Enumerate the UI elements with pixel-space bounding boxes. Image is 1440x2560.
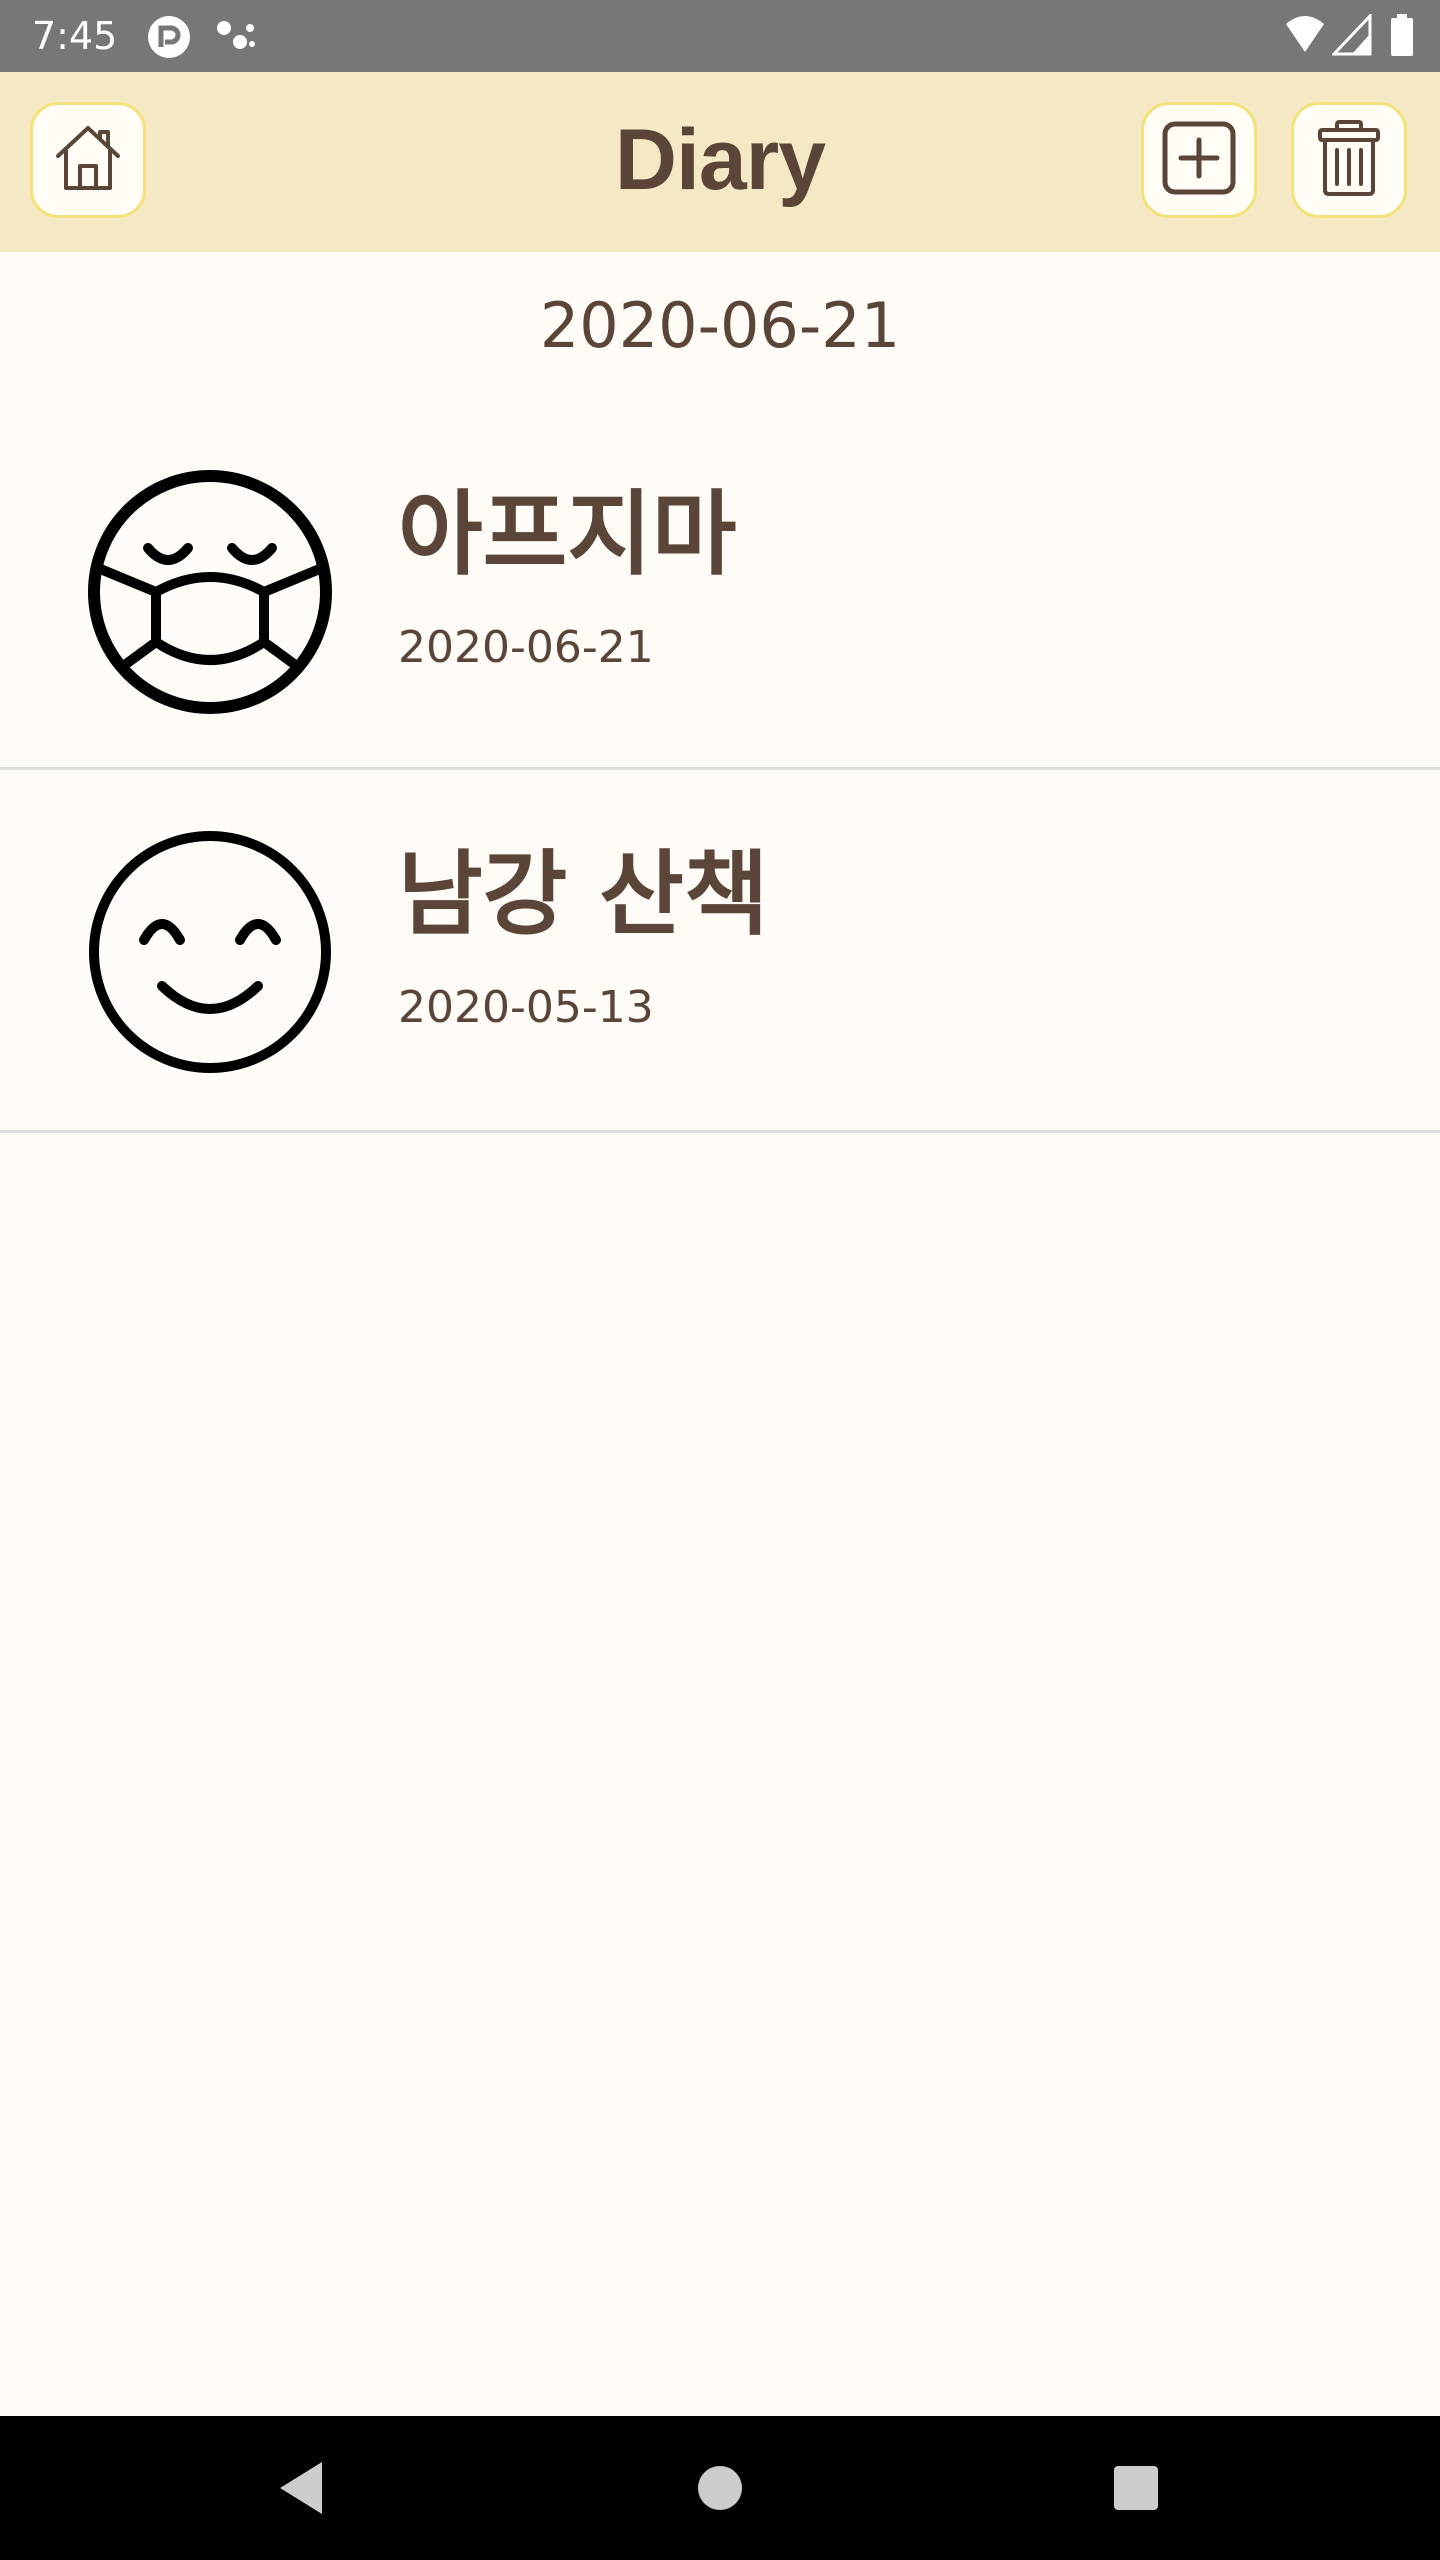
diary-entry-title: 아프지마 (398, 481, 737, 588)
recents-square-icon[interactable] (1112, 2458, 1160, 2522)
status-bar: 7:45 (0, 0, 1440, 72)
selected-date: 2020-06-21 (539, 289, 901, 362)
diary-entry-date: 2020-06-21 (398, 622, 654, 673)
back-triangle-icon[interactable] (276, 2458, 326, 2522)
delete-button[interactable] (1291, 102, 1407, 218)
app-notification-icon (146, 14, 192, 64)
diary-entry[interactable]: 남강 산책 2020-05-13 (0, 770, 1440, 1133)
battery-icon (1390, 14, 1414, 60)
sick-mask-face-icon (86, 468, 334, 716)
diary-entry[interactable]: 아프지마 2020-06-21 (0, 410, 1440, 770)
diary-entry-date: 2020-05-13 (398, 982, 654, 1033)
smiling-face-icon (86, 828, 334, 1076)
diary-entry-title: 남강 산책 (398, 841, 769, 948)
home-circle-icon[interactable] (696, 2458, 744, 2522)
app-bar: Diary (0, 72, 1440, 252)
assistant-dots-icon (212, 14, 258, 64)
system-nav-bar (0, 2416, 1440, 2560)
status-time: 7:45 (32, 14, 118, 58)
diary-list: 아프지마 2020-06-21 남강 산책 2020-05-13 (0, 410, 1440, 1133)
signal-icon (1330, 12, 1372, 60)
add-square-icon (1161, 120, 1237, 200)
trash-icon (1317, 120, 1381, 200)
wifi-icon (1284, 14, 1326, 60)
add-entry-button[interactable] (1141, 102, 1257, 218)
